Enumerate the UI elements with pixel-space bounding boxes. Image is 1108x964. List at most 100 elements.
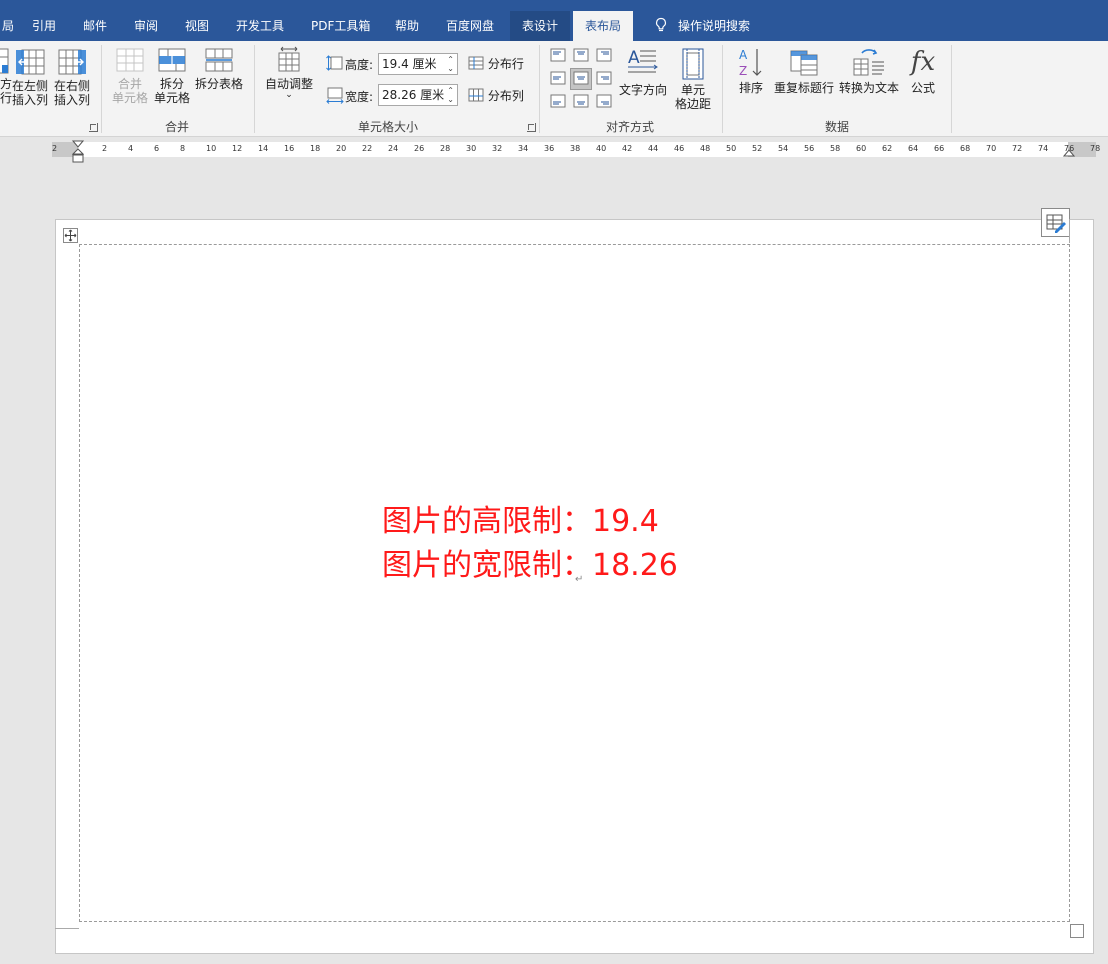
align-bottom-center-button[interactable] [570, 91, 592, 113]
tell-me-search[interactable]: 操作说明搜索 [652, 11, 752, 41]
spinner-arrows-icon[interactable]: ⌃ ⌄ [447, 55, 454, 73]
tab-review[interactable]: 审阅 [132, 11, 160, 41]
tab-view[interactable]: 视图 [183, 11, 211, 41]
cell-size-dialog-launcher[interactable] [527, 123, 536, 132]
ruler-tick-label: 78 [1090, 144, 1101, 153]
repeat-header-rows-icon [790, 50, 818, 76]
align-bottom-right-button[interactable] [593, 91, 615, 113]
tab-table-design[interactable]: 表设计 [510, 11, 571, 41]
cell-margins-label-2: 格边距 [674, 97, 711, 111]
autofit-label: 自动调整 [264, 77, 313, 91]
table-resize-handle[interactable] [1070, 924, 1084, 938]
split-cells-label-2: 单元格 [153, 91, 190, 105]
group-separator [951, 45, 952, 133]
data-group-label: 数据 [825, 120, 850, 134]
insert-left-button[interactable]: 在左侧 插入列 [10, 45, 50, 107]
ruler-tick-label: 64 [908, 144, 919, 153]
insert-right-label-2: 插入列 [53, 93, 90, 107]
align-bottom-center-icon [573, 94, 589, 108]
distribute-rows-button[interactable]: 分布行 [468, 55, 524, 72]
convert-to-text-icon [853, 49, 884, 76]
ruler-tick-label: 10 [206, 144, 217, 153]
horizontal-ruler[interactable]: 2 2 4 6 8 10 12 14 16 18 20 22 24 26 28 30 32 34 36 38 40 42 4… [52, 140, 1100, 163]
ruler-tick-label: 58 [830, 144, 841, 153]
indent-marker-left-icon[interactable] [72, 140, 84, 166]
group-separator [539, 45, 540, 133]
ribbon-table-layout: 方 行 在左侧 插入列 在右侧 插入列 合并 单元格 拆分 单元格 拆分表格 合… [0, 41, 1108, 137]
tab-developer[interactable]: 开发工具 [234, 11, 286, 41]
ruler-tick-label: 52 [752, 144, 763, 153]
group-separator [254, 45, 255, 133]
ruler-tick-label: 56 [804, 144, 815, 153]
tab-mailings[interactable]: 邮件 [81, 11, 109, 41]
tab-references[interactable]: 引用 [30, 11, 58, 41]
align-top-left-icon [550, 48, 566, 62]
group-separator [101, 45, 102, 133]
ruler-tick-label: 30 [466, 144, 477, 153]
alignment-group-label: 对齐方式 [606, 120, 655, 134]
ruler-tick-label: 48 [700, 144, 711, 153]
layout-options-button[interactable] [1041, 208, 1070, 237]
align-top-left-button[interactable] [547, 45, 569, 67]
width-spinner[interactable]: 28.26 厘米 ⌃ ⌄ [378, 84, 458, 106]
formula-label: 公式 [910, 81, 935, 95]
merge-group-label: 合并 [165, 120, 190, 134]
tab-pdf-toolbox[interactable]: PDF工具箱 [309, 11, 372, 41]
align-bottom-left-button[interactable] [547, 91, 569, 113]
split-table-button[interactable]: 拆分表格 [194, 45, 244, 91]
spinner-arrows-icon[interactable]: ⌃ ⌄ [447, 86, 454, 104]
tab-layout-partial[interactable]: 局 [0, 11, 16, 41]
distribute-columns-button[interactable]: 分布列 [468, 87, 524, 104]
text-direction-icon: A [628, 48, 658, 73]
insert-right-button[interactable]: 在右侧 插入列 [52, 45, 92, 107]
convert-to-text-button[interactable]: 转换为文本 [838, 45, 900, 95]
tab-table-layout[interactable]: 表布局 [573, 11, 634, 41]
align-middle-right-button[interactable] [593, 68, 615, 90]
split-table-label: 拆分表格 [194, 77, 243, 91]
autofit-button[interactable]: 自动调整 ⌄ [262, 45, 316, 100]
cell-margins-icon [682, 48, 704, 80]
ruler-tick-label: 36 [544, 144, 555, 153]
align-top-center-icon [573, 48, 589, 62]
align-middle-center-button[interactable] [570, 68, 592, 90]
svg-text:A: A [739, 48, 748, 62]
align-top-right-button[interactable] [593, 45, 615, 67]
indent-marker-right-icon[interactable] [1063, 146, 1075, 158]
ruler-tick-label: 26 [414, 144, 425, 153]
ruler-tick-label: 14 [258, 144, 269, 153]
align-middle-left-button[interactable] [547, 68, 569, 90]
tab-help[interactable]: 帮助 [393, 11, 421, 41]
text-direction-button[interactable]: A 文字方向 [617, 45, 669, 97]
sort-az-icon: A Z [739, 48, 762, 78]
ruler-tick-label: 70 [986, 144, 997, 153]
merge-cells-button[interactable]: 合并 单元格 [110, 45, 150, 105]
alignment-grid [547, 45, 615, 113]
height-spinner[interactable]: 19.4 厘米 ⌃ ⌄ [378, 53, 458, 75]
insert-column-left-icon [16, 49, 45, 75]
cell-margins-button[interactable]: 单元 格边距 [671, 45, 715, 111]
align-top-center-button[interactable] [570, 45, 592, 67]
fx-icon: fx [910, 47, 936, 77]
ruler-tick-label: 6 [154, 144, 160, 153]
document-body-text[interactable]: 图片的高限制：19.4 图片的宽限制：18.26 [382, 500, 678, 588]
width-limit-text: 图片的宽限制：18.26 [382, 548, 678, 583]
search-label: 操作说明搜索 [678, 19, 751, 33]
tab-baidu-netdisk[interactable]: 百度网盘 [444, 11, 496, 41]
split-cells-button[interactable]: 拆分 单元格 [152, 45, 192, 105]
insert-below-label-2: 行 [0, 91, 13, 105]
distribute-columns-icon [468, 88, 484, 102]
text-direction-label: 文字方向 [618, 83, 667, 97]
ruler-tick-label: 50 [726, 144, 737, 153]
formula-button[interactable]: fx 公式 [906, 45, 940, 95]
insert-below-button[interactable]: 方 行 [0, 45, 13, 105]
rows-columns-dialog-launcher[interactable] [89, 123, 98, 132]
ruler-tick-label: 34 [518, 144, 529, 153]
width-label: 宽度: [345, 90, 374, 104]
ruler-tick-label: 2 [52, 144, 58, 153]
ruler-tick-label: 68 [960, 144, 971, 153]
ruler-tick-label: 66 [934, 144, 945, 153]
repeat-header-rows-button[interactable]: 重复标题行 [773, 45, 835, 95]
chevron-down-icon: ⌄ [285, 90, 293, 100]
sort-button[interactable]: A Z 排序 [734, 45, 768, 95]
ribbon-tab-bar: 局 引用 邮件 审阅 视图 开发工具 PDF工具箱 帮助 百度网盘 表设计 表布… [0, 0, 1108, 41]
